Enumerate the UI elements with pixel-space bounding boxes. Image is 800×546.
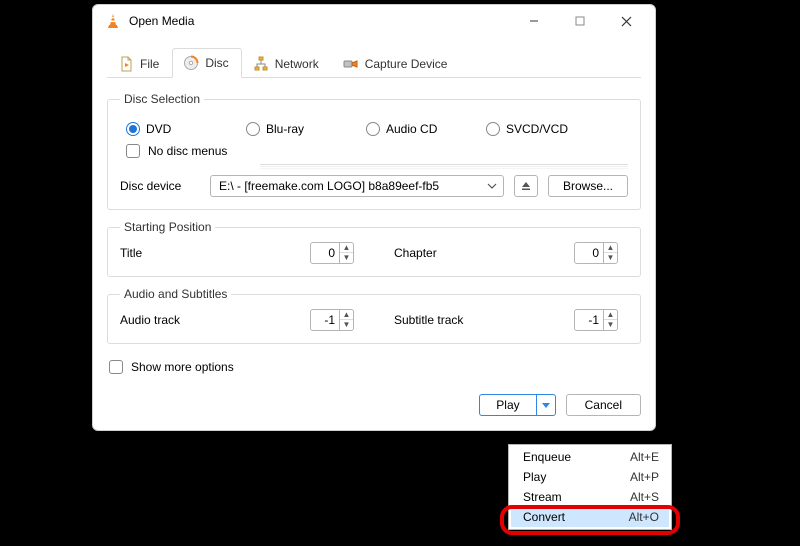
radio-audiocd[interactable]: Audio CD: [366, 122, 466, 136]
menu-item-label: Stream: [523, 490, 562, 504]
radio-label: Blu-ray: [266, 122, 304, 136]
network-icon: [253, 56, 269, 72]
chevron-down-icon: [487, 179, 497, 193]
checkbox-box: [109, 360, 123, 374]
spinner-value: -1: [311, 313, 339, 327]
disc-type-radios: DVD Blu-ray Audio CD SVCD/VCD: [126, 122, 628, 136]
spinner-value: 0: [575, 246, 603, 260]
menu-item-shortcut: Alt+O: [629, 510, 659, 524]
no-disc-menus-row[interactable]: No disc menus: [126, 144, 628, 158]
menu-item-label: Enqueue: [523, 450, 571, 464]
checkbox-box: [126, 144, 140, 158]
tab-file[interactable]: File: [107, 49, 172, 78]
tabs: File Disc Network Capture Device: [107, 47, 641, 78]
disc-selection-group: Disc Selection DVD Blu-ray Audio CD SVCD…: [107, 92, 641, 210]
open-media-dialog: Open Media File Disc Network: [92, 4, 656, 431]
radio-label: Audio CD: [386, 122, 437, 136]
divider: [260, 164, 628, 165]
disc-device-combo[interactable]: E:\ - [freemake.com LOGO] b8a89eef-fb5: [210, 175, 504, 197]
tab-label: Disc: [205, 56, 228, 70]
group-legend: Disc Selection: [120, 92, 204, 106]
chapter-label: Chapter: [394, 246, 564, 260]
combo-value: E:\ - [freemake.com LOGO] b8a89eef-fb5: [219, 179, 439, 193]
group-legend: Audio and Subtitles: [120, 287, 231, 301]
subtitle-track-spinner[interactable]: -1 ▲▼: [574, 309, 618, 331]
browse-button[interactable]: Browse...: [548, 175, 628, 197]
radio-indicator: [126, 122, 140, 136]
close-button[interactable]: [603, 6, 649, 36]
checkbox-label: Show more options: [131, 360, 234, 374]
tab-label: File: [140, 57, 159, 71]
menu-item-shortcut: Alt+P: [630, 470, 659, 484]
show-more-options[interactable]: Show more options: [109, 360, 639, 374]
file-icon: [118, 56, 134, 72]
spinner-value: 0: [311, 246, 339, 260]
menu-item-play[interactable]: Play Alt+P: [511, 467, 669, 487]
radio-bluray[interactable]: Blu-ray: [246, 122, 346, 136]
audio-track-label: Audio track: [120, 313, 300, 327]
audio-track-spinner[interactable]: -1 ▲▼: [310, 309, 354, 331]
menu-item-label: Convert: [523, 510, 565, 524]
vlc-icon: [105, 13, 121, 29]
dialog-footer: Play Cancel: [93, 394, 655, 430]
disc-device-label: Disc device: [120, 179, 200, 193]
tab-network[interactable]: Network: [242, 49, 332, 78]
tab-label: Network: [275, 57, 319, 71]
radio-dvd[interactable]: DVD: [126, 122, 226, 136]
menu-item-stream[interactable]: Stream Alt+S: [511, 487, 669, 507]
disc-panel: Disc Selection DVD Blu-ray Audio CD SVCD…: [93, 78, 655, 394]
spinner-arrows: ▲▼: [603, 243, 617, 263]
titlebar: Open Media: [93, 5, 655, 37]
eject-button[interactable]: [514, 175, 538, 197]
spinner-arrows: ▲▼: [603, 310, 617, 330]
radio-label: DVD: [146, 122, 171, 136]
title-spinner[interactable]: 0 ▲▼: [310, 242, 354, 264]
radio-svcd[interactable]: SVCD/VCD: [486, 122, 586, 136]
play-dropdown-button[interactable]: [536, 394, 556, 416]
spinner-arrows: ▲▼: [339, 310, 353, 330]
tab-disc[interactable]: Disc: [172, 48, 241, 78]
button-label: Cancel: [585, 398, 622, 412]
subtitle-track-label: Subtitle track: [394, 313, 564, 327]
radio-indicator: [246, 122, 260, 136]
spinner-arrows: ▲▼: [339, 243, 353, 263]
radio-indicator: [486, 122, 500, 136]
maximize-button[interactable]: [557, 6, 603, 36]
spinner-value: -1: [575, 313, 603, 327]
tab-capture[interactable]: Capture Device: [332, 49, 461, 78]
checkbox-label: No disc menus: [148, 144, 227, 158]
play-split-button: Play: [479, 394, 555, 416]
starting-position-group: Starting Position Title 0 ▲▼ Chapter 0 ▲…: [107, 220, 641, 277]
radio-indicator: [366, 122, 380, 136]
menu-item-shortcut: Alt+E: [630, 450, 659, 464]
title-label: Title: [120, 246, 300, 260]
menu-item-label: Play: [523, 470, 546, 484]
play-menu: Enqueue Alt+E Play Alt+P Stream Alt+S Co…: [508, 444, 672, 530]
tab-label: Capture Device: [365, 57, 448, 71]
disc-device-row: Disc device E:\ - [freemake.com LOGO] b8…: [120, 175, 628, 197]
disc-icon: [183, 55, 199, 71]
minimize-button[interactable]: [511, 6, 557, 36]
button-label: Browse...: [563, 179, 613, 193]
eject-icon: [521, 181, 531, 191]
group-legend: Starting Position: [120, 220, 215, 234]
audio-subtitles-group: Audio and Subtitles Audio track -1 ▲▼ Su…: [107, 287, 641, 344]
capture-icon: [343, 56, 359, 72]
chapter-spinner[interactable]: 0 ▲▼: [574, 242, 618, 264]
menu-item-shortcut: Alt+S: [630, 490, 659, 504]
window-title: Open Media: [129, 14, 511, 28]
chevron-down-icon: [542, 401, 550, 409]
button-label: Play: [496, 398, 519, 412]
menu-item-enqueue[interactable]: Enqueue Alt+E: [511, 447, 669, 467]
cancel-button[interactable]: Cancel: [566, 394, 641, 416]
radio-label: SVCD/VCD: [506, 122, 568, 136]
menu-item-convert[interactable]: Convert Alt+O: [511, 507, 669, 527]
play-button[interactable]: Play: [479, 394, 535, 416]
